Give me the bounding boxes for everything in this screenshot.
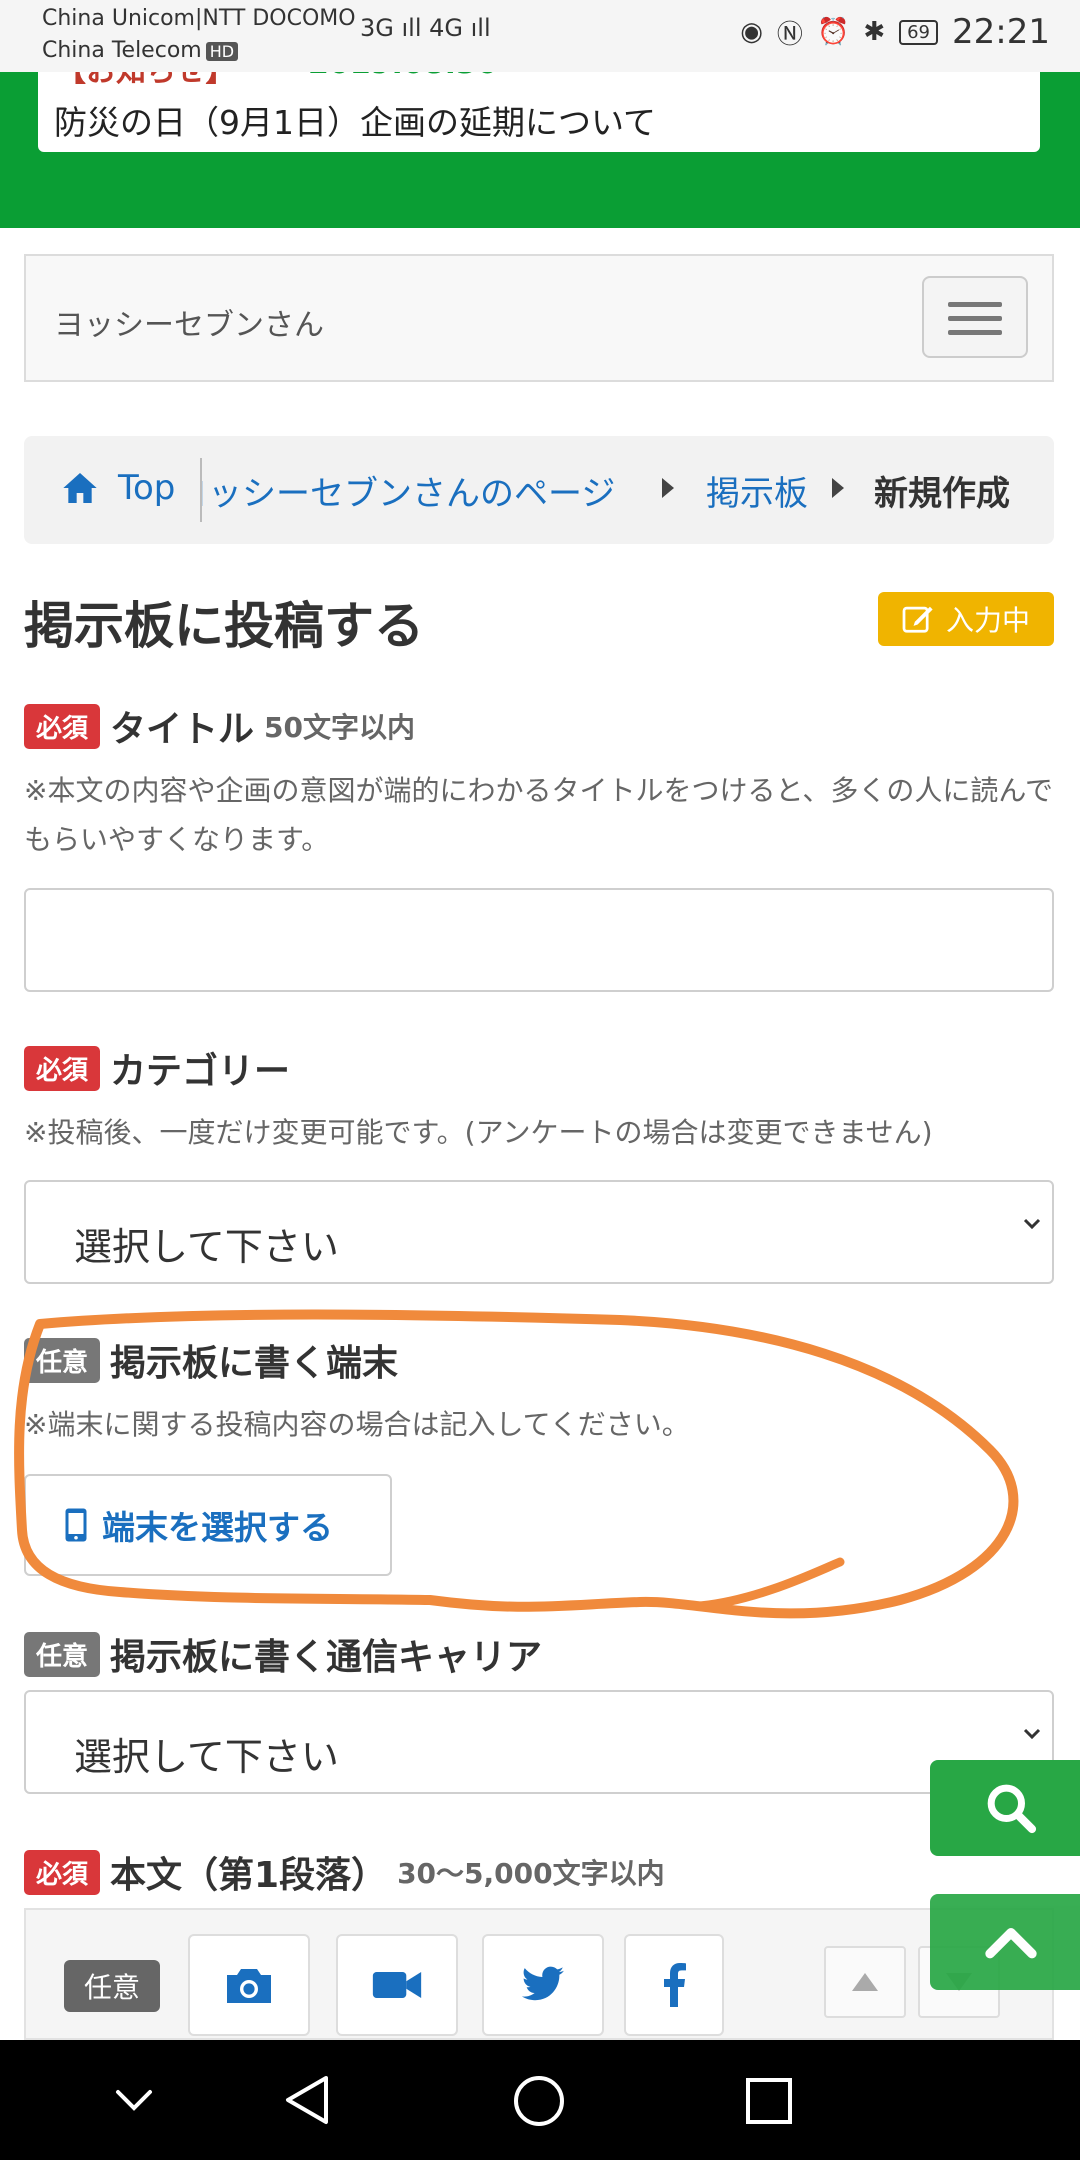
category-field-label: 必須 カテゴリー: [24, 1042, 290, 1094]
breadcrumb-scroll-area[interactable]: ヨッシーセブンさんのページ: [202, 436, 672, 544]
insert-video-button[interactable]: [336, 1934, 458, 2036]
search-icon: [987, 1784, 1037, 1834]
title-label-text: タイトル: [110, 709, 255, 750]
breadcrumb-current: 新規作成: [874, 474, 1010, 514]
input-status-badge: 入力中: [878, 592, 1054, 646]
carrier-label-text: 掲示板に書く通信キャリア: [110, 1637, 543, 1678]
mobile-phone-icon: [65, 1508, 87, 1542]
status-right: ◉ Ⓝ ⏰ ✱ 69 22:21: [740, 12, 1050, 52]
breadcrumb-user-page-link[interactable]: ヨッシーセブンさんのページ: [202, 466, 615, 515]
title-limit: 50文字以内: [264, 711, 415, 744]
home-nav-icon[interactable]: [512, 2074, 566, 2128]
hamburger-line: [948, 316, 1002, 321]
signal-icons: 3G ıll 4G ıll: [360, 14, 491, 42]
facebook-icon: [664, 1963, 686, 2007]
category-select-value: 選択して下さい: [74, 1225, 339, 1269]
optional-badge: 任意: [24, 1337, 101, 1383]
select-device-button[interactable]: 端末を選択する: [24, 1474, 392, 1576]
page-title: 掲示板に投稿する: [24, 597, 424, 655]
insert-photo-button[interactable]: [188, 1934, 310, 2036]
optional-badge: 任意: [24, 1631, 101, 1677]
body-label-text: 本文（第1段落）: [110, 1855, 388, 1896]
hide-keyboard-icon[interactable]: [114, 2088, 154, 2114]
bluetooth-icon: ✱: [863, 17, 886, 47]
category-label-text: カテゴリー: [110, 1051, 291, 1092]
search-fab-button[interactable]: [930, 1760, 1080, 1856]
chevron-down-icon: [1023, 1218, 1041, 1230]
chevron-up-icon: [985, 1927, 1037, 1959]
nfc-icon: Ⓝ: [776, 19, 803, 50]
carrier-select[interactable]: 選択して下さい: [24, 1690, 1054, 1794]
title-help-text: ※本文の内容や企画の意図が端的にわかるタイトルをつけると、多くの人に読んでもらい…: [24, 774, 1053, 856]
input-status-text: 入力中: [945, 604, 1030, 637]
chevron-down-icon: [1023, 1728, 1041, 1740]
scroll-to-top-button[interactable]: [930, 1894, 1080, 1990]
device-help-text: ※端末に関する投稿内容の場合は記入してください。: [24, 1408, 690, 1441]
home-icon[interactable]: [60, 468, 100, 508]
site-header: ヨッシーセブンさん: [24, 254, 1054, 382]
breadcrumb-board-link[interactable]: 掲示板: [706, 466, 808, 515]
body-limit: 30〜5,000文字以内: [397, 1857, 665, 1890]
optional-badge: 任意: [64, 1960, 160, 2012]
carrier-2: China Telecom HD: [42, 38, 239, 63]
carrier-select-value: 選択して下さい: [74, 1735, 339, 1779]
category-select[interactable]: 選択して下さい: [24, 1180, 1054, 1284]
select-device-label: 端末を選択する: [102, 1508, 333, 1547]
insert-facebook-button[interactable]: [624, 1934, 724, 2036]
breadcrumb-top-link[interactable]: Top: [118, 468, 175, 508]
system-nav-bar: [0, 2040, 1080, 2160]
required-badge: 必須: [24, 1849, 101, 1895]
header-title[interactable]: ヨッシーセブンさん: [54, 300, 324, 344]
device-field-label: 任意 掲示板に書く端末: [24, 1334, 398, 1386]
notice-text[interactable]: 防災の日（9月1日）企画の延期について: [54, 96, 656, 144]
clock: 22:21: [952, 12, 1050, 52]
eye-icon: ◉: [740, 17, 763, 47]
camera-icon: [227, 1969, 271, 2003]
required-badge: 必須: [24, 1045, 101, 1091]
insert-twitter-button[interactable]: [482, 1934, 604, 2036]
triangle-up-icon: [852, 1973, 878, 1991]
menu-toggle-button[interactable]: [922, 276, 1028, 358]
move-up-button[interactable]: [824, 1946, 906, 2018]
body-field-label: 必須 本文（第1段落） 30〜5,000文字以内: [24, 1846, 665, 1898]
hamburger-line: [948, 302, 1002, 307]
video-icon: [372, 1972, 422, 1998]
breadcrumb-separator-icon: [662, 478, 674, 498]
carrier-2-text: China Telecom: [42, 38, 202, 63]
required-badge: 必須: [24, 703, 101, 749]
title-input[interactable]: [24, 888, 1054, 992]
back-icon[interactable]: [282, 2074, 332, 2126]
breadcrumb-separator-icon: [832, 478, 844, 498]
hamburger-line: [948, 330, 1002, 335]
breadcrumb: Top ヨッシーセブンさんのページ 掲示板 新規作成: [24, 436, 1054, 544]
battery-icon: 69: [899, 19, 939, 45]
title-field-label: 必須 タイトル 50文字以内: [24, 700, 415, 752]
alarm-icon: ⏰: [816, 17, 850, 47]
hd-badge: HD: [205, 42, 239, 61]
carrier-field-label: 任意 掲示板に書く通信キャリア: [24, 1628, 542, 1680]
recent-apps-icon[interactable]: [744, 2076, 794, 2126]
category-help-text: ※投稿後、一度だけ変更可能です。(アンケートの場合は変更できません): [24, 1116, 933, 1149]
status-bar: China Unicom|NTT DOCOMO China Telecom HD …: [0, 0, 1080, 72]
device-label-text: 掲示板に書く端末: [110, 1343, 399, 1384]
carrier-1: China Unicom|NTT DOCOMO: [42, 6, 356, 31]
edit-icon: [902, 606, 933, 633]
twitter-icon: [521, 1966, 564, 2001]
